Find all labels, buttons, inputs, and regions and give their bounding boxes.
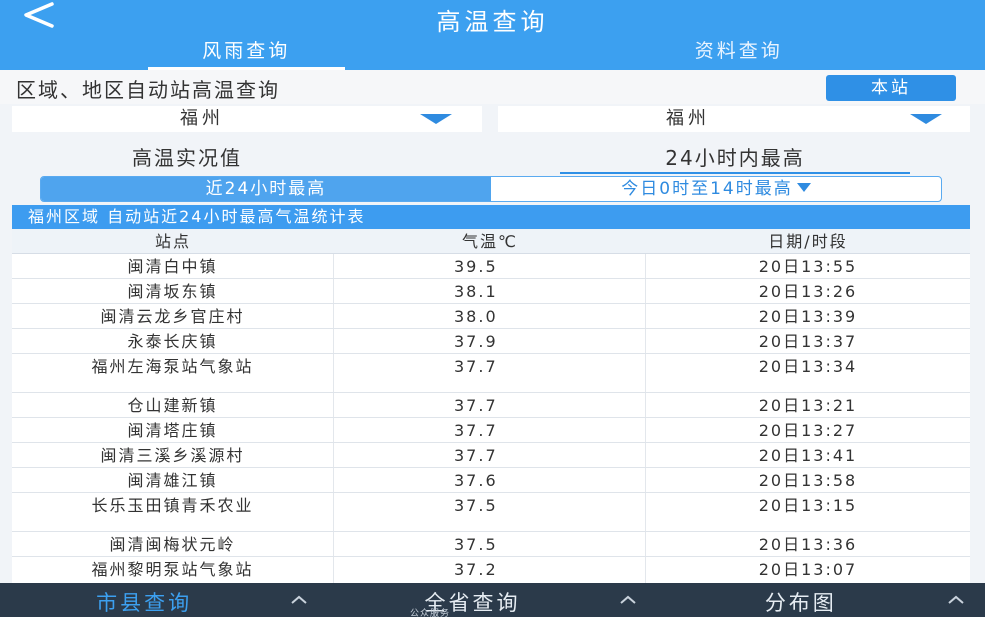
table-caption: 福州区域 自动站近24小时最高气温统计表 (12, 205, 970, 229)
chevron-up-icon (947, 595, 965, 605)
nav-item-province-query[interactable]: 全省查询 (328, 583, 656, 617)
station-cell: 闽清坂东镇 (12, 279, 334, 303)
table-row[interactable]: 闽清雄江镇 37.6 20日13:58 (12, 468, 970, 493)
max-24h-tab[interactable]: 24小时内最高 (560, 142, 910, 174)
time-cell: 20日13:07 (758, 560, 858, 579)
nav-item-label: 市县查询 (96, 591, 193, 615)
table-row[interactable]: 闽清塔庄镇 37.7 20日13:27 (12, 418, 970, 443)
table-row[interactable]: 仓山建新镇 37.7 20日13:21 (12, 393, 970, 418)
temperature-cell: 37.2 (334, 557, 646, 583)
column-header-time[interactable]: 日期/时段 (646, 229, 970, 253)
station-cell: 闽清塔庄镇 (12, 418, 334, 442)
time-cell: 20日13:39 (758, 307, 858, 326)
time-cell: 20日13:15 (758, 496, 858, 515)
time-range-segment: 近24小时最高 今日0时至14时最高 (40, 176, 942, 202)
caret-down-icon (796, 183, 811, 192)
temperature-cell: 37.7 (334, 443, 646, 467)
nav-sub-label: 公众服务 (410, 609, 451, 617)
time-cell: 20日13:55 (758, 257, 858, 276)
time-cell: 20日13:34 (758, 357, 858, 376)
table-row[interactable]: 福州黎明泵站气象站 37.2 20日13:07 (12, 557, 970, 583)
temperature-cell: 37.7 (334, 418, 646, 442)
table-row[interactable]: 永泰长庆镇 37.9 20日13:37 (12, 329, 970, 354)
temperature-cell: 37.6 (334, 468, 646, 492)
temperature-cell: 38.0 (334, 304, 646, 328)
app-header: 高温查询 风雨查询 资料查询 (0, 0, 985, 70)
station-cell: 闽清白中镇 (12, 254, 334, 278)
city-select-right-value: 福州 (666, 108, 710, 129)
time-cell: 20日13:41 (758, 446, 858, 465)
time-cell: 20日13:27 (758, 421, 858, 440)
temperature-cell: 37.9 (334, 329, 646, 353)
segment-last-24h[interactable]: 近24小时最高 (41, 177, 491, 201)
section-title: 区域、地区自动站高温查询 (16, 78, 280, 102)
top-tabs: 风雨查询 资料查询 (0, 36, 985, 70)
temperature-cell: 39.5 (334, 254, 646, 278)
local-station-button[interactable]: 本站 (826, 75, 956, 101)
column-header-temperature[interactable]: 气温℃ (334, 229, 646, 253)
city-select-right[interactable]: 福州 (498, 106, 970, 132)
tab-wind-rain[interactable]: 风雨查询 (0, 36, 493, 70)
temperature-cell: 37.5 (334, 493, 646, 531)
time-cell: 20日13:37 (758, 332, 858, 351)
table-row[interactable]: 闽清坂东镇 38.1 20日13:26 (12, 279, 970, 304)
temperature-cell: 37.7 (334, 354, 646, 392)
table-row[interactable]: 长乐玉田镇青禾农业 37.5 20日13:15 (12, 493, 970, 532)
table-body: 闽清白中镇 39.5 20日13:55 闽清坂东镇 38.1 20日13:26 闽清云龙乡官… (12, 254, 970, 583)
nav-item-label: 全省查询 (424, 591, 521, 615)
table-row[interactable]: 闽清白中镇 39.5 20日13:55 (12, 254, 970, 279)
city-select-left-value: 福州 (180, 108, 224, 129)
station-cell: 福州左海泵站气象站 (12, 354, 334, 392)
station-cell: 闽清雄江镇 (12, 468, 334, 492)
query-type-row: 高温实况值 24小时内最高 (0, 140, 985, 174)
table-row[interactable]: 闽清三溪乡溪源村 37.7 20日13:41 (12, 443, 970, 468)
temperature-cell: 38.1 (334, 279, 646, 303)
table-row[interactable]: 闽清云龙乡官庄村 38.0 20日13:39 (12, 304, 970, 329)
time-cell: 20日13:58 (758, 471, 858, 490)
station-cell: 闽清三溪乡溪源村 (12, 443, 334, 467)
time-cell: 20日13:36 (758, 535, 858, 554)
dropdown-arrow-icon (396, 106, 476, 132)
column-header-station[interactable]: 站点 (12, 229, 334, 253)
dropdown-arrow-icon (886, 106, 966, 132)
segment-today[interactable]: 今日0时至14时最高 (491, 177, 941, 201)
station-cell: 长乐玉田镇青禾农业 (12, 493, 334, 531)
temperature-cell: 37.5 (334, 532, 646, 556)
chevron-up-icon (619, 595, 637, 605)
realtime-label: 高温实况值 (132, 146, 242, 170)
segment-today-label: 今日0时至14时最高 (621, 179, 793, 199)
time-cell: 20日13:26 (758, 282, 858, 301)
nav-item-distribution-map[interactable]: 分布图 (657, 583, 985, 617)
table-row[interactable]: 福州左海泵站气象站 37.7 20日13:34 (12, 354, 970, 393)
region-selects: 福州 福州 (12, 106, 972, 132)
station-cell: 闽清闽梅状元岭 (12, 532, 334, 556)
city-select-left[interactable]: 福州 (12, 106, 482, 132)
time-cell: 20日13:21 (758, 396, 858, 415)
page-title: 高温查询 (436, 8, 549, 36)
temperature-table: 站点 气温℃ 日期/时段 闽清白中镇 39.5 20日13:55 闽清坂东镇 38.1 2… (12, 229, 970, 583)
temperature-cell: 37.7 (334, 393, 646, 417)
station-cell: 福州黎明泵站气象站 (12, 557, 334, 583)
station-cell: 仓山建新镇 (12, 393, 334, 417)
nav-item-city-query[interactable]: 市县查询 (0, 583, 328, 617)
station-cell: 永泰长庆镇 (12, 329, 334, 353)
station-cell: 闽清云龙乡官庄村 (12, 304, 334, 328)
table-header: 站点 气温℃ 日期/时段 (12, 229, 970, 254)
tab-data-query[interactable]: 资料查询 (493, 36, 985, 70)
nav-item-label: 分布图 (764, 591, 837, 615)
table-row[interactable]: 闽清闽梅状元岭 37.5 20日13:36 (12, 532, 970, 557)
chevron-up-icon (290, 595, 308, 605)
bottom-nav: 市县查询 全省查询 分布图 (0, 583, 985, 617)
